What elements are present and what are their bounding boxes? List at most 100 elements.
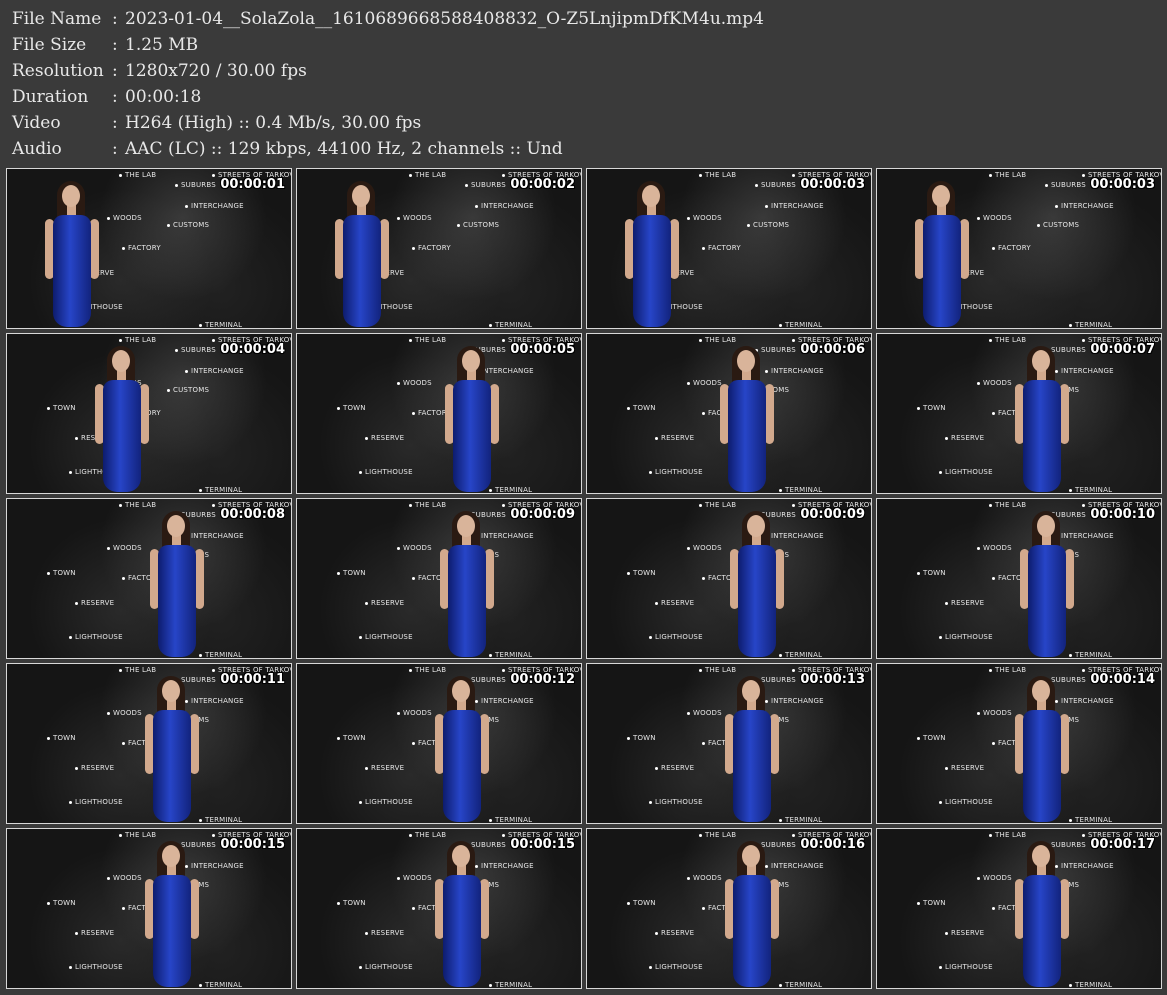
person-figure [432, 509, 502, 658]
thumbnail[interactable]: THE LAB STREETS OF TARKOV SUBURBS INTERCHAN… [586, 498, 872, 659]
map-label: RESERVE [655, 434, 694, 442]
thumbnail-timestamp: 00:00:16 [800, 837, 865, 852]
thumbnail[interactable]: THE LAB STREETS OF TARKOV SUBURBS INTERCHAN… [6, 333, 292, 494]
map-label: LIGHTHOUSE [939, 633, 993, 641]
info-key: Duration [12, 87, 89, 107]
figure-arm-r [770, 879, 779, 939]
info-row-file-name: File Name : 2023-01-04__SolaZola__161068… [12, 6, 764, 32]
map-label: RESERVE [75, 764, 114, 772]
thumbnail[interactable]: THE LAB STREETS OF TARKOV SUBURBS INTERCHAN… [296, 333, 582, 494]
map-label: INTERCHANGE [1055, 202, 1114, 210]
person-figure [1007, 674, 1077, 823]
person-figure [437, 344, 507, 493]
map-label: CUSTOMS [1037, 221, 1079, 229]
thumbnail-timestamp: 00:00:04 [220, 342, 285, 357]
thumbnail[interactable]: THE LAB STREETS OF TARKOV SUBURBS INTERCHAN… [6, 498, 292, 659]
figure-dress [453, 380, 491, 492]
map-label: RESERVE [365, 434, 404, 442]
map-label: WOODS [397, 214, 432, 222]
map-label: TOWN [337, 569, 366, 577]
figure-dress [738, 545, 776, 657]
info-value: AAC (LC) :: 129 kbps, 44100 Hz, 2 channe… [125, 139, 563, 159]
thumbnail-timestamp: 00:00:03 [800, 177, 865, 192]
thumbnail[interactable]: THE LAB STREETS OF TARKOV SUBURBS INTERCHAN… [586, 168, 872, 329]
figure-arm-r [770, 714, 779, 774]
thumbnail[interactable]: THE LAB STREETS OF TARKOV SUBURBS INTERCHAN… [586, 333, 872, 494]
figure-head [167, 515, 185, 537]
person-figure [137, 839, 207, 988]
map-label: THE LAB [699, 171, 736, 179]
info-value: 1280x720 / 30.00 fps [125, 61, 307, 81]
info-separator: : [112, 113, 118, 133]
thumbnail[interactable]: THE LAB STREETS OF TARKOV SUBURBS INTERCHAN… [586, 828, 872, 989]
thumbnail[interactable]: THE LAB STREETS OF TARKOV SUBURBS INTERCHAN… [6, 828, 292, 989]
info-key: File Size [12, 35, 87, 55]
thumbnail[interactable]: THE LAB STREETS OF TARKOV SUBURBS INTERCHAN… [586, 663, 872, 824]
thumbnail[interactable]: THE LAB STREETS OF TARKOV SUBURBS INTERCHAN… [296, 663, 582, 824]
map-label: TOWN [917, 734, 946, 742]
thumbnail[interactable]: THE LAB STREETS OF TARKOV SUBURBS INTERCHAN… [6, 168, 292, 329]
figure-arm-r [1065, 549, 1074, 609]
map-label: TOWN [337, 899, 366, 907]
info-value: 1.25 MB [125, 35, 199, 55]
map-label: WOODS [977, 544, 1012, 552]
map-label: THE LAB [989, 171, 1026, 179]
figure-dress [343, 215, 381, 327]
map-label: TERMINAL [1069, 321, 1112, 328]
map-label: THE LAB [409, 336, 446, 344]
map-label: TOWN [47, 404, 76, 412]
info-key: Video [12, 113, 61, 133]
info-key: Audio [12, 139, 62, 159]
map-label: INTERCHANGE [475, 202, 534, 210]
thumbnail[interactable]: THE LAB STREETS OF TARKOV SUBURBS INTERCHAN… [876, 168, 1162, 329]
map-label: THE LAB [409, 501, 446, 509]
map-label: LIGHTHOUSE [359, 963, 413, 971]
thumbnail[interactable]: THE LAB STREETS OF TARKOV SUBURBS INTERCHAN… [296, 828, 582, 989]
figure-arm-r [485, 549, 494, 609]
map-label: RESERVE [365, 764, 404, 772]
map-label: INTERCHANGE [765, 202, 824, 210]
figure-arm-r [195, 549, 204, 609]
map-label: TOWN [917, 404, 946, 412]
thumbnail-timestamp: 00:00:14 [1090, 672, 1155, 687]
map-label: FACTORY [412, 244, 451, 252]
thumbnail-timestamp: 00:00:03 [1090, 177, 1155, 192]
map-label: INTERCHANGE [185, 367, 244, 375]
figure-arm-r [960, 219, 969, 279]
map-label: WOODS [977, 214, 1012, 222]
thumbnail[interactable]: THE LAB STREETS OF TARKOV SUBURBS INTERCHAN… [296, 168, 582, 329]
figure-head [742, 845, 760, 867]
map-label: THE LAB [699, 501, 736, 509]
map-label: RESERVE [655, 764, 694, 772]
thumbnail[interactable]: THE LAB STREETS OF TARKOV SUBURBS INTERCHAN… [876, 663, 1162, 824]
map-label: CUSTOMS [167, 221, 209, 229]
map-label: RESERVE [365, 599, 404, 607]
info-value: H264 (High) :: 0.4 Mb/s, 30.00 fps [125, 113, 422, 133]
figure-head [452, 845, 470, 867]
map-label: RESERVE [945, 599, 984, 607]
thumbnail-timestamp: 00:00:15 [510, 837, 575, 852]
person-figure [722, 509, 792, 658]
thumbnail[interactable]: THE LAB STREETS OF TARKOV SUBURBS INTERCHAN… [296, 498, 582, 659]
map-label: SUBURBS [755, 181, 796, 189]
figure-dress [448, 545, 486, 657]
figure-dress [633, 215, 671, 327]
thumbnail[interactable]: THE LAB STREETS OF TARKOV SUBURBS INTERCHAN… [876, 828, 1162, 989]
info-separator: : [112, 139, 118, 159]
map-label: LIGHTHOUSE [939, 798, 993, 806]
thumbnail[interactable]: THE LAB STREETS OF TARKOV SUBURBS INTERCHAN… [876, 333, 1162, 494]
person-figure [617, 179, 687, 328]
person-figure [327, 179, 397, 328]
map-label: LIGHTHOUSE [359, 798, 413, 806]
figure-dress [158, 545, 196, 657]
thumbnail[interactable]: THE LAB STREETS OF TARKOV SUBURBS INTERCHAN… [6, 663, 292, 824]
thumbnail-timestamp: 00:00:07 [1090, 342, 1155, 357]
info-row-resolution: Resolution : 1280x720 / 30.00 fps [12, 58, 764, 84]
map-label: LIGHTHOUSE [649, 798, 703, 806]
person-figure [907, 179, 977, 328]
figure-arm-r [190, 879, 199, 939]
figure-arm-r [140, 384, 149, 444]
thumbnail-timestamp: 00:00:15 [220, 837, 285, 852]
thumbnail[interactable]: THE LAB STREETS OF TARKOV SUBURBS INTERCHAN… [876, 498, 1162, 659]
figure-head [737, 350, 755, 372]
